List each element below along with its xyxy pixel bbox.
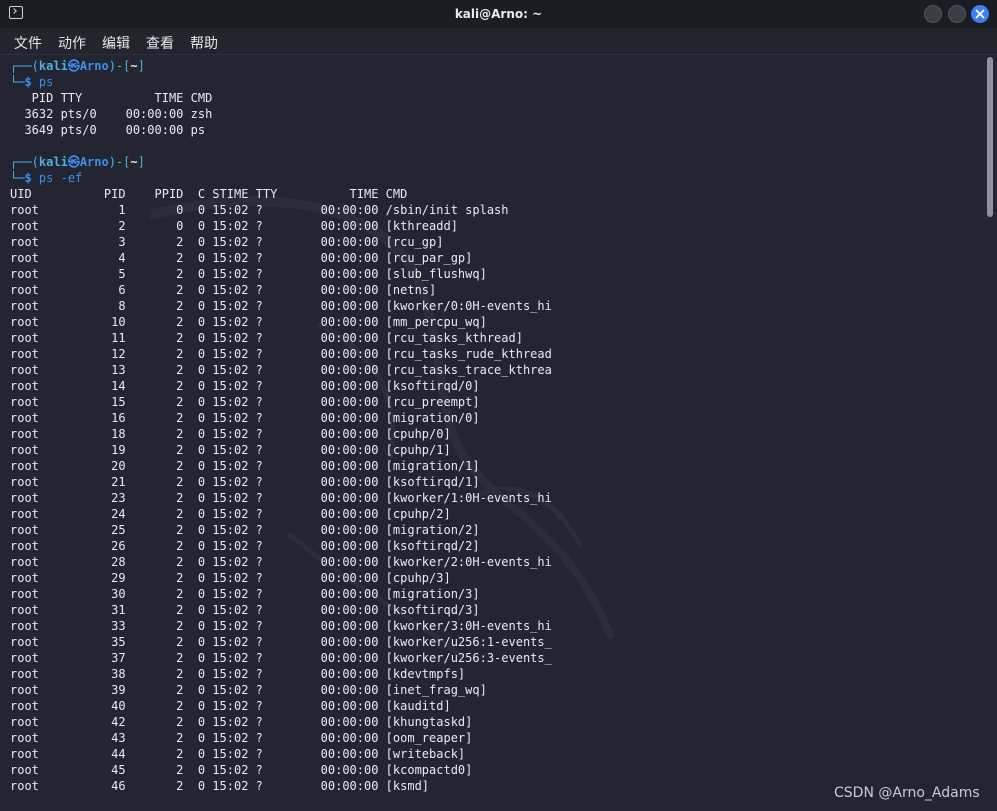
command-line: └─$ ps xyxy=(10,75,54,89)
menu-action[interactable]: 动作 xyxy=(58,33,86,53)
table-row: root 18 2 0 15:02 ? 00:00:00 [cpuhp/0] xyxy=(10,427,451,441)
prompt-line: ┌──(kali㉿Arno)-[~] xyxy=(10,59,145,73)
table-row: root 37 2 0 15:02 ? 00:00:00 [kworker/u2… xyxy=(10,651,552,665)
output-line: 3632 pts/0 00:00:00 zsh xyxy=(10,107,213,121)
prompt-dir: ~ xyxy=(130,59,138,73)
prompt-symbol: $ xyxy=(24,171,32,185)
output-line: 3649 pts/0 00:00:00 ps xyxy=(10,123,206,137)
watermark: CSDN @Arno_Adams xyxy=(834,785,980,801)
table-row: root 28 2 0 15:02 ? 00:00:00 [kworker/2:… xyxy=(10,555,552,569)
table-row: root 40 2 0 15:02 ? 00:00:00 [kauditd] xyxy=(10,699,451,713)
table-row: root 23 2 0 15:02 ? 00:00:00 [kworker/1:… xyxy=(10,491,552,505)
table-row: root 42 2 0 15:02 ? 00:00:00 [khungtaskd… xyxy=(10,715,473,729)
table-row: root 11 2 0 15:02 ? 00:00:00 [rcu_tasks_… xyxy=(10,331,523,345)
table-row: root 30 2 0 15:02 ? 00:00:00 [migration/… xyxy=(10,587,480,601)
table-row: root 43 2 0 15:02 ? 00:00:00 [oom_reaper… xyxy=(10,731,473,745)
table-header: UID PID PPID C STIME TTY TIME CMD xyxy=(10,187,408,201)
table-row: root 31 2 0 15:02 ? 00:00:00 [ksoftirqd/… xyxy=(10,603,480,617)
table-row: root 21 2 0 15:02 ? 00:00:00 [ksoftirqd/… xyxy=(10,475,480,489)
prompt-user: kali xyxy=(38,59,68,73)
prompt-symbol: $ xyxy=(24,75,32,89)
menu-edit[interactable]: 编辑 xyxy=(102,33,130,53)
prompt-dir: ~ xyxy=(130,155,138,169)
table-row: root 10 2 0 15:02 ? 00:00:00 [mm_percpu_… xyxy=(10,315,487,329)
terminal-window: kali@Arno: ~ 文件 动作 编辑 查看 帮助 ┌──(kali㉿Arn… xyxy=(0,0,997,811)
minimize-button[interactable] xyxy=(924,5,942,23)
menu-view[interactable]: 查看 xyxy=(146,33,174,53)
prompt-host: Arno xyxy=(79,59,109,73)
menu-help[interactable]: 帮助 xyxy=(190,33,218,53)
table-row: root 29 2 0 15:02 ? 00:00:00 [cpuhp/3] xyxy=(10,571,451,585)
table-row: root 35 2 0 15:02 ? 00:00:00 [kworker/u2… xyxy=(10,635,552,649)
table-row: root 13 2 0 15:02 ? 00:00:00 [rcu_tasks_… xyxy=(10,363,552,377)
table-row: root 38 2 0 15:02 ? 00:00:00 [kdevtmpfs] xyxy=(10,667,466,681)
table-row: root 2 0 0 15:02 ? 00:00:00 [kthreadd] xyxy=(10,219,458,233)
table-row: root 5 2 0 15:02 ? 00:00:00 [slub_flushw… xyxy=(10,267,487,281)
close-button[interactable] xyxy=(971,5,989,23)
table-row: root 12 2 0 15:02 ? 00:00:00 [rcu_tasks_… xyxy=(10,347,552,361)
table-row: root 46 2 0 15:02 ? 00:00:00 [ksmd] xyxy=(10,779,430,793)
close-icon xyxy=(975,9,985,19)
scrollbar-thumb[interactable] xyxy=(987,57,993,217)
command-text: ps xyxy=(38,75,54,89)
prompt-line: ┌──(kali㉿Arno)-[~] xyxy=(10,155,145,169)
menu-bar: 文件 动作 编辑 查看 帮助 xyxy=(0,28,997,55)
window-title: kali@Arno: ~ xyxy=(454,7,543,21)
table-row: root 4 2 0 15:02 ? 00:00:00 [rcu_par_gp] xyxy=(10,251,473,265)
table-row: root 1 0 0 15:02 ? 00:00:00 /sbin/init s… xyxy=(10,203,509,217)
table-row: root 45 2 0 15:02 ? 00:00:00 [kcompactd0… xyxy=(10,763,473,777)
table-row: root 8 2 0 15:02 ? 00:00:00 [kworker/0:0… xyxy=(10,299,552,313)
prompt-host: Arno xyxy=(79,155,109,169)
table-row: root 33 2 0 15:02 ? 00:00:00 [kworker/3:… xyxy=(10,619,552,633)
table-row: root 26 2 0 15:02 ? 00:00:00 [ksoftirqd/… xyxy=(10,539,480,553)
table-row: root 44 2 0 15:02 ? 00:00:00 [writeback] xyxy=(10,747,466,761)
table-row: root 25 2 0 15:02 ? 00:00:00 [migration/… xyxy=(10,523,480,537)
table-row: root 39 2 0 15:02 ? 00:00:00 [inet_frag_… xyxy=(10,683,487,697)
table-row: root 19 2 0 15:02 ? 00:00:00 [cpuhp/1] xyxy=(10,443,451,457)
title-bar[interactable]: kali@Arno: ~ xyxy=(0,0,997,28)
table-row: root 20 2 0 15:02 ? 00:00:00 [migration/… xyxy=(10,459,480,473)
table-row: root 14 2 0 15:02 ? 00:00:00 [ksoftirqd/… xyxy=(10,379,480,393)
table-row: root 15 2 0 15:02 ? 00:00:00 [rcu_preemp… xyxy=(10,395,480,409)
table-row: root 24 2 0 15:02 ? 00:00:00 [cpuhp/2] xyxy=(10,507,451,521)
prompt-user: kali xyxy=(38,155,68,169)
table-row: root 16 2 0 15:02 ? 00:00:00 [migration/… xyxy=(10,411,480,425)
maximize-button[interactable] xyxy=(948,5,966,23)
scrollbar[interactable] xyxy=(985,55,997,811)
output-line: PID TTY TIME CMD xyxy=(10,91,213,105)
terminal-output[interactable]: ┌──(kali㉿Arno)-[~] └─$ ps PID TTY TIME CM… xyxy=(0,55,985,811)
table-row: root 3 2 0 15:02 ? 00:00:00 [rcu_gp] xyxy=(10,235,444,249)
menu-file[interactable]: 文件 xyxy=(14,33,42,53)
table-row: root 6 2 0 15:02 ? 00:00:00 [netns] xyxy=(10,283,437,297)
command-line: └─$ ps -ef xyxy=(10,171,83,185)
command-text: ps -ef xyxy=(38,171,83,185)
